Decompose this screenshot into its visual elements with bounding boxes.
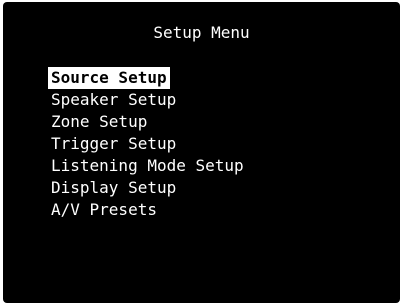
menu-item-label: Source Setup	[48, 67, 170, 89]
menu-item-av-presets[interactable]: A/V Presets	[48, 199, 247, 221]
setup-menu-list: Source Setup Speaker Setup Zone Setup Tr…	[48, 67, 247, 221]
menu-item-display-setup[interactable]: Display Setup	[48, 177, 247, 199]
menu-item-source-setup[interactable]: Source Setup	[48, 67, 247, 89]
menu-item-zone-setup[interactable]: Zone Setup	[48, 111, 247, 133]
osd-screen: Setup Menu Source Setup Speaker Setup Zo…	[3, 2, 400, 303]
menu-item-trigger-setup[interactable]: Trigger Setup	[48, 133, 247, 155]
menu-item-listening-mode-setup[interactable]: Listening Mode Setup	[48, 155, 247, 177]
menu-item-speaker-setup[interactable]: Speaker Setup	[48, 89, 247, 111]
menu-title: Setup Menu	[153, 23, 250, 42]
